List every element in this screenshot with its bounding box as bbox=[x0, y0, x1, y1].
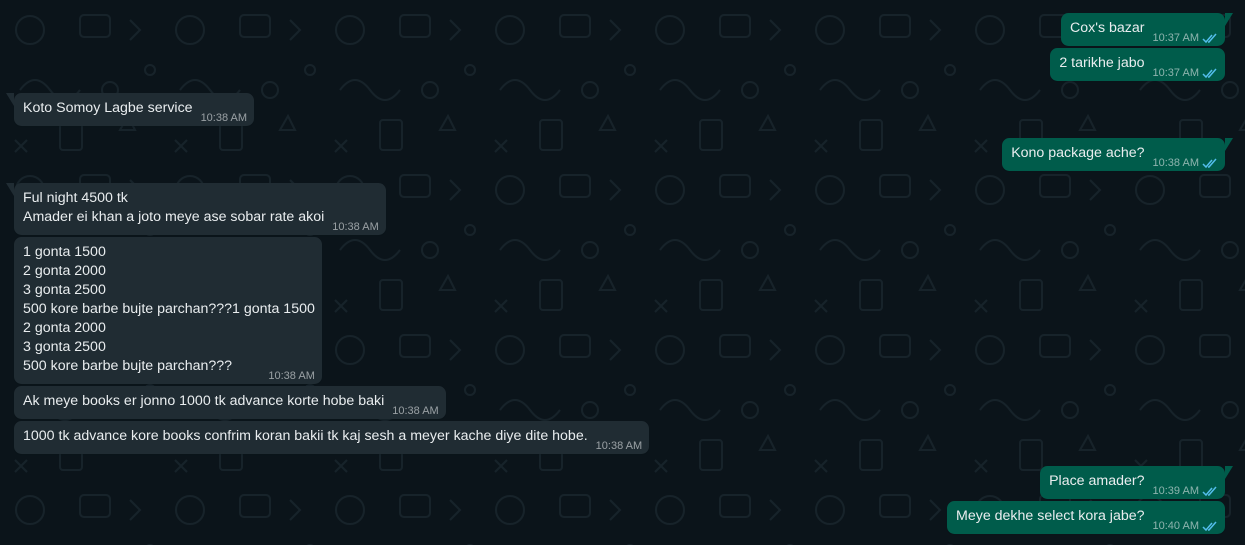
double-check-read-icon bbox=[1202, 521, 1217, 532]
message-time: 10:40 AM bbox=[1152, 520, 1199, 532]
message-text: Kono package ache? bbox=[1011, 145, 1145, 161]
message-time: 10:38 AM bbox=[392, 405, 439, 417]
message-text: Cox's bazar bbox=[1070, 20, 1145, 36]
message-text: 2 tarikhe jabo bbox=[1059, 55, 1145, 71]
message-text: Meye dekhe select kora jabe? bbox=[956, 508, 1145, 524]
message-meta: 10:38 AM bbox=[201, 111, 247, 126]
bubble-tail bbox=[1225, 13, 1233, 26]
message-text: Ful night 4500 tk Amader ei khan a joto … bbox=[23, 190, 325, 225]
message-bubble-incoming[interactable]: 1000 tk advance kore books confrim koran… bbox=[14, 421, 650, 454]
message-bubble-incoming[interactable]: Ful night 4500 tk Amader ei khan a joto … bbox=[6, 183, 386, 235]
message-meta: 10:38 AM bbox=[332, 220, 378, 235]
message-text: Place amader? bbox=[1049, 473, 1145, 489]
message-text: 1 gonta 1500 2 gonta 2000 3 gonta 2500 5… bbox=[23, 244, 315, 374]
bubble-tail bbox=[1225, 138, 1233, 151]
message-time: 10:39 AM bbox=[1152, 485, 1199, 497]
message-bubble-outgoing[interactable]: Cox's bazar 10:37 AM bbox=[1061, 13, 1233, 46]
message-time: 10:38 AM bbox=[595, 440, 643, 452]
message-meta: 10:38 AM bbox=[596, 439, 642, 454]
message-text: Koto Somoy Lagbe service bbox=[23, 100, 193, 116]
message-bubble-outgoing[interactable]: Kono package ache? 10:38 AM bbox=[1002, 138, 1233, 171]
double-check-read-icon bbox=[1202, 158, 1217, 169]
message-bubble-outgoing[interactable]: 2 tarikhe jabo 10:37 AM bbox=[1050, 48, 1225, 81]
double-check-read-icon bbox=[1202, 33, 1217, 44]
double-check-read-icon bbox=[1202, 68, 1217, 79]
message-bubble-incoming[interactable]: Koto Somoy Lagbe service 10:38 AM bbox=[6, 93, 255, 126]
bubble-tail bbox=[1225, 466, 1233, 479]
message-meta: 10:38 AM bbox=[1153, 156, 1218, 171]
message-bubble-outgoing[interactable]: Meye dekhe select kora jabe? 10:40 AM bbox=[947, 501, 1225, 534]
message-time: 10:38 AM bbox=[268, 370, 315, 382]
bubble-tail bbox=[6, 93, 14, 106]
message-time: 10:38 AM bbox=[200, 112, 248, 124]
message-meta: 10:38 AM bbox=[392, 404, 438, 419]
message-bubble-incoming[interactable]: Ak meye books er jonno 1000 tk advance k… bbox=[14, 386, 446, 419]
message-bubble-outgoing[interactable]: Place amader? 10:39 AM bbox=[1040, 466, 1233, 499]
message-time: 10:38 AM bbox=[1152, 157, 1199, 169]
message-time: 10:37 AM bbox=[1152, 32, 1199, 44]
message-meta: 10:37 AM bbox=[1153, 31, 1218, 46]
message-time: 10:38 AM bbox=[332, 221, 379, 233]
message-meta: 10:40 AM bbox=[1153, 519, 1218, 534]
bubble-tail bbox=[6, 183, 14, 196]
message-text: 1000 tk advance kore books confrim koran… bbox=[23, 428, 588, 444]
message-list[interactable]: Cox's bazar 10:37 AM 2 tarikhe jabo 10:3… bbox=[0, 0, 1245, 545]
message-time: 10:37 AM bbox=[1152, 67, 1199, 79]
message-meta: 10:37 AM bbox=[1153, 66, 1218, 81]
message-bubble-incoming[interactable]: 1 gonta 1500 2 gonta 2000 3 gonta 2500 5… bbox=[14, 237, 322, 384]
message-text: Ak meye books er jonno 1000 tk advance k… bbox=[23, 393, 385, 409]
message-meta: 10:38 AM bbox=[268, 369, 314, 384]
message-meta: 10:39 AM bbox=[1153, 484, 1218, 499]
double-check-read-icon bbox=[1202, 486, 1217, 497]
